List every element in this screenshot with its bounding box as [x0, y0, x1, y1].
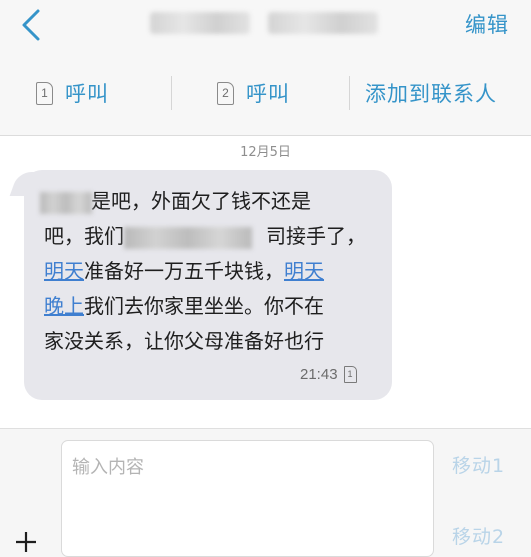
- message-line-3: 明天准备好一万五千块钱，明天: [44, 259, 324, 283]
- contact-name-redacted: [150, 12, 250, 34]
- message-input[interactable]: 输入内容: [61, 440, 434, 557]
- message-time: 21:43: [300, 366, 338, 383]
- sim-card-icon: 1: [36, 81, 53, 105]
- date-link-evening[interactable]: 晚上: [44, 294, 84, 318]
- back-chevron-icon[interactable]: [18, 7, 44, 43]
- date-link-tomorrow[interactable]: 明天: [44, 259, 84, 283]
- nav-bar: 编辑: [0, 0, 531, 50]
- divider: [349, 76, 350, 110]
- add-to-contacts-button[interactable]: 添加到联系人: [365, 76, 497, 110]
- date-link-tomorrow[interactable]: 明天: [284, 259, 324, 283]
- sim-card-icon: 2: [217, 81, 234, 105]
- divider: [171, 76, 172, 110]
- message-date: 12月5日: [240, 145, 291, 160]
- call-sim1-label: 呼叫: [65, 82, 109, 106]
- message-meta: 21:43 1: [300, 366, 357, 383]
- call-sim1-button[interactable]: 1 呼叫: [36, 76, 109, 110]
- edit-button[interactable]: 编辑: [465, 9, 509, 39]
- call-sim2-button[interactable]: 2 呼叫: [217, 76, 290, 110]
- call-sim2-label: 呼叫: [246, 82, 290, 106]
- plus-icon[interactable]: [14, 530, 38, 554]
- message-line-4: 晚上我们去你家里坐坐。你不在: [44, 294, 324, 318]
- message-input-placeholder: 输入内容: [72, 457, 144, 478]
- redaction-blur: [40, 192, 92, 214]
- sim-card-icon: 1: [343, 366, 357, 383]
- send-sim1-button[interactable]: 移动1: [452, 451, 505, 478]
- redaction-blur: [124, 227, 252, 249]
- add-to-contacts-label: 添加到联系人: [365, 82, 497, 106]
- contact-number-redacted: [268, 12, 378, 34]
- message-text: 是吧，外面欠了钱不还是 吧，我们 司接手了， 明天准备好一万五千块钱，明天 晚上我…: [44, 184, 380, 359]
- message-line-5: 家没关系，让你父母准备好也行: [44, 329, 324, 353]
- action-bar: 1 呼叫 2 呼叫 添加到联系人: [0, 50, 531, 136]
- send-sim2-button[interactable]: 移动2: [452, 522, 505, 549]
